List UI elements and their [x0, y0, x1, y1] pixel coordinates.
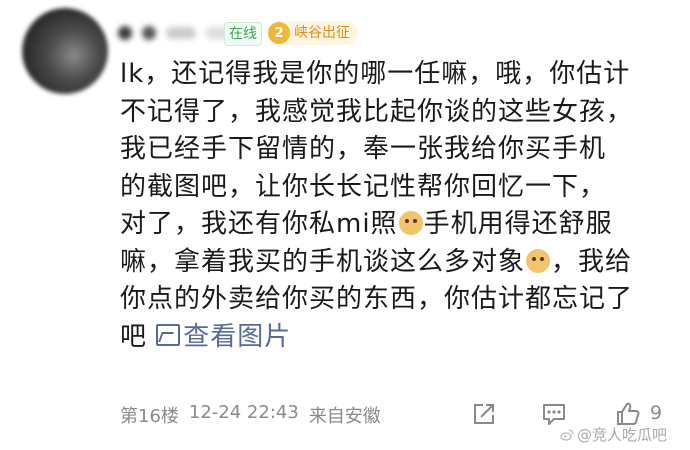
comment-line: 的截图吧，让你长长记性帮你回忆一下， — [120, 171, 607, 202]
comment-text: 吧 — [120, 321, 148, 352]
online-badge: 在线 — [224, 22, 262, 46]
doge-emoji — [398, 211, 423, 235]
picture-icon — [156, 323, 181, 346]
weibo-logo-icon — [560, 428, 574, 441]
timestamp: 12-24 22:43 — [188, 402, 299, 423]
avatar[interactable] — [22, 8, 108, 94]
blur-block — [142, 26, 156, 40]
comment-line: 你点的外卖给你买的东西，你估计都忘记了 — [120, 284, 634, 314]
username-blurred[interactable] — [118, 22, 234, 44]
certification-label: 峡谷出征 — [294, 25, 350, 41]
level-badge-number: 2 — [268, 22, 290, 44]
floor-number: 第16楼 — [120, 406, 179, 427]
blur-block — [118, 26, 132, 40]
doge-emoji — [526, 248, 551, 273]
share-icon[interactable] — [470, 400, 498, 428]
comment-body: lk，还记得我是你的哪一任嘛，哦，你估计 不记得了，我感觉我比起你谈的这些女孩，… — [120, 56, 675, 356]
comment-line: 吧 查看图片 — [120, 319, 675, 357]
comment-line: 我已经手下留情的，奉一张我给你买手机 — [120, 134, 607, 164]
comment-text: 对了，我还有你私mi照 — [120, 209, 398, 239]
comment-line: lk，还记得我是你的哪一任嘛，哦，你估计 — [120, 59, 631, 89]
certification-badge[interactable]: 2 峡谷出征 — [268, 21, 358, 45]
comment-meta: 第16楼 12-24 22:43 来自安徽 — [120, 402, 381, 428]
like-count: 9 — [650, 402, 663, 424]
comment-line: 对了，我还有你私mi照 手机用得还舒服 — [120, 206, 675, 244]
watermark-text: @竞人吃瓜吧 — [577, 426, 668, 444]
view-image-link[interactable]: 查看图片 — [156, 322, 291, 352]
view-image-label: 查看图片 — [183, 321, 292, 352]
comment-text: ，我给 — [551, 246, 633, 277]
comment-text: 嘛，拿着我买的手机谈这么多对象 — [120, 246, 526, 277]
comment-line: 嘛，拿着我买的手机谈这么多对象 ，我给 — [120, 244, 675, 282]
watermark: @竞人吃瓜吧 — [560, 424, 667, 445]
location: 来自安徽 — [308, 406, 381, 427]
blur-block — [166, 27, 196, 39]
comment-line: 不记得了，我感觉我比起你谈的这些女孩， — [120, 96, 634, 127]
comment-text: 手机用得还舒服 — [423, 209, 613, 239]
